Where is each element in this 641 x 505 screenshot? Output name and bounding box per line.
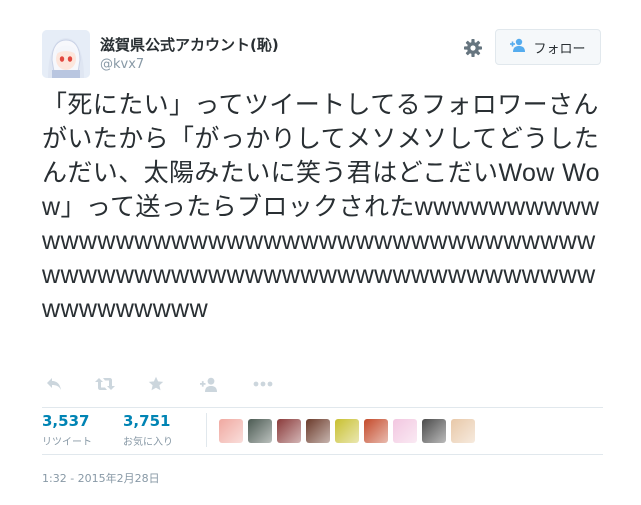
avatar[interactable] xyxy=(42,30,90,78)
favorite-count-value: 3,751 xyxy=(123,412,171,430)
favorer-avatar[interactable] xyxy=(422,419,446,443)
follow-button-label: フォロー xyxy=(533,41,586,57)
retweet-icon[interactable] xyxy=(94,373,116,395)
favorite-icon[interactable] xyxy=(146,373,166,395)
favorer-avatar[interactable] xyxy=(219,419,243,443)
user-fullname[interactable]: 滋賀県公式アカウント(恥) xyxy=(100,34,279,55)
favorer-avatar[interactable] xyxy=(248,419,272,443)
favorite-count-label: お気に入り xyxy=(123,437,173,448)
add-user-icon[interactable] xyxy=(199,373,219,395)
divider xyxy=(42,454,603,455)
favorite-count[interactable]: 3,751 お気に入り xyxy=(123,412,173,448)
gear-icon[interactable] xyxy=(462,37,484,59)
follow-user-icon xyxy=(510,38,526,56)
favorer-avatar[interactable] xyxy=(277,419,301,443)
favorer-avatar[interactable] xyxy=(306,419,330,443)
favorer-avatar[interactable] xyxy=(335,419,359,443)
tweet-timestamp[interactable]: 1:32 - 2015年2月28日 xyxy=(42,470,160,486)
user-username[interactable]: @kvx7 xyxy=(100,57,144,72)
more-icon[interactable] xyxy=(252,373,274,395)
favorer-avatars xyxy=(219,419,475,443)
favorer-avatar[interactable] xyxy=(451,419,475,443)
favorer-avatar[interactable] xyxy=(393,419,417,443)
tweet-actions xyxy=(42,373,274,395)
retweet-count-value: 3,537 xyxy=(42,412,90,430)
follow-button[interactable]: フォロー xyxy=(495,29,601,65)
stats-separator xyxy=(206,413,207,447)
divider xyxy=(42,407,603,408)
retweet-count[interactable]: 3,537 リツイート xyxy=(42,412,92,448)
reply-icon[interactable] xyxy=(42,373,66,395)
favorer-avatar[interactable] xyxy=(364,419,388,443)
tweet-text: 「死にたい」ってツイートしてるフォロワーさんがいたから「がっかりしてメソメソして… xyxy=(42,91,600,323)
retweet-count-label: リツイート xyxy=(42,437,92,448)
